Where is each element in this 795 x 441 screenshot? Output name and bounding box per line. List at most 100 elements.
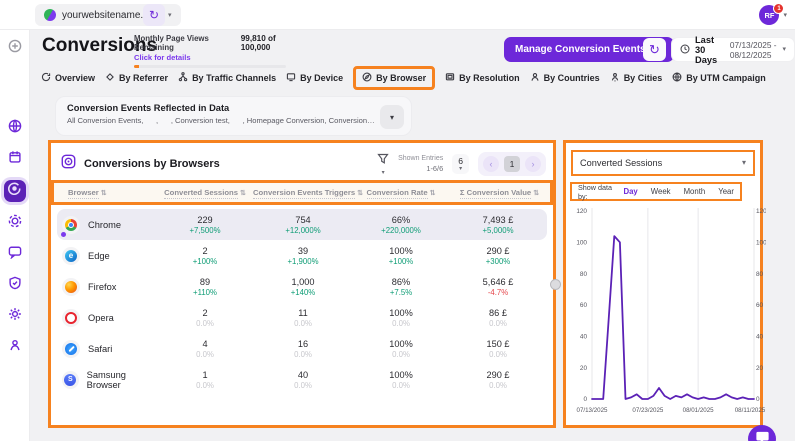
- safari-icon: [62, 340, 80, 358]
- svg-text:0: 0: [583, 396, 587, 403]
- svg-text:80: 80: [756, 271, 764, 278]
- table-row[interactable]: eEdge2+100%39+1,900%100%+100%290 £+300%: [57, 240, 547, 271]
- metric-cell: 150 £0.0%: [449, 339, 547, 359]
- table-row[interactable]: Safari40.0%160.0%100%0.0%150 £0.0%: [57, 333, 547, 364]
- granularity-month[interactable]: Month: [684, 187, 706, 196]
- site-favicon-icon: [44, 9, 56, 21]
- current-page: 1: [504, 156, 520, 172]
- table-row[interactable]: SSamsung Browser10.0%400.0%100%0.0%290 £…: [57, 364, 547, 395]
- conversions-swirl-icon: [8, 182, 21, 200]
- chevron-down-icon: ▾: [783, 12, 787, 19]
- page-size-select[interactable]: 6 ▾: [452, 154, 469, 174]
- metric-cell: 290 £0.0%: [449, 370, 547, 390]
- utm-campaign-icon: [672, 72, 682, 84]
- tab-by-countries[interactable]: By Countries: [530, 72, 600, 84]
- browser-name: Opera: [88, 313, 114, 323]
- column-header[interactable]: Converted Sessions⇅: [157, 188, 253, 197]
- plus-circle-icon: [8, 39, 22, 58]
- date-range-picker[interactable]: Last 30 Days 07/13/2025 - 08/12/2025 ▾: [671, 37, 795, 62]
- tab-label: By Cities: [624, 73, 663, 83]
- traffic-channels-icon: [178, 72, 188, 84]
- svg-text:120: 120: [576, 208, 587, 215]
- site-refresh-button[interactable]: ↻: [143, 4, 165, 26]
- show-data-by-label: Show data by:: [578, 183, 613, 201]
- converted-sessions-chart: 07/13/202507/23/202508/01/202508/11/2025…: [566, 201, 766, 427]
- tab-by-browser[interactable]: By Browser: [353, 66, 435, 90]
- svg-text:60: 60: [756, 302, 764, 309]
- tab-by-cities[interactable]: By Cities: [610, 72, 663, 84]
- conversions-table-panel: Conversions by Browsers ▾ Shown Entries …: [48, 140, 556, 428]
- report-tabs: Overview By Referrer By Traffic Channels By…: [41, 66, 766, 90]
- column-header[interactable]: Conversion Events Triggers⇅: [253, 188, 353, 197]
- table-row[interactable]: Firefox89+110%1,000+140%86%+7.5%5,646 £-…: [57, 271, 547, 302]
- metric-cell: 2+100%: [157, 246, 253, 266]
- svg-text:60: 60: [580, 302, 588, 309]
- sidebar-dashboard[interactable]: [5, 118, 25, 138]
- funnel-orbit-icon: [8, 214, 22, 233]
- svg-text:40: 40: [756, 334, 764, 341]
- browser-name: Firefox: [88, 282, 116, 292]
- chevron-down-icon: ▾: [782, 46, 786, 53]
- tab-by-utm-campaign[interactable]: By UTM Campaign: [672, 72, 766, 84]
- funnel-icon: [377, 152, 389, 170]
- sidebar-conversions[interactable]: [4, 180, 26, 202]
- chart-panel: Converted Sessions ▾ Show data by: Day We…: [563, 140, 763, 428]
- gear-icon: [8, 307, 22, 326]
- sidebar-session-replays[interactable]: [5, 244, 25, 264]
- tab-by-resolution[interactable]: By Resolution: [445, 72, 520, 84]
- column-header[interactable]: Σ Conversion Value⇅: [449, 188, 550, 197]
- details-link[interactable]: Click for details: [134, 53, 299, 62]
- sidebar-account[interactable]: [5, 337, 25, 357]
- metric-cell: 66%+220,000%: [353, 215, 449, 235]
- browsers-panel-icon: [61, 154, 76, 174]
- countries-icon: [530, 72, 540, 84]
- edge-icon: e: [62, 247, 80, 265]
- table-row[interactable]: Opera20.0%110.0%100%0.0%86 £0.0%: [57, 302, 547, 333]
- svg-text:40: 40: [580, 334, 588, 341]
- overview-icon: [41, 72, 51, 84]
- sidebar-settings[interactable]: [5, 306, 25, 326]
- metric-dropdown[interactable]: Converted Sessions ▾: [571, 150, 755, 176]
- device-icon: [286, 72, 296, 84]
- svg-text:07/23/2025: 07/23/2025: [632, 407, 664, 414]
- metric-cell: 5,646 £-4.7%: [449, 277, 547, 297]
- column-header[interactable]: Browser⇅: [57, 188, 157, 197]
- tab-by-traffic-channels[interactable]: By Traffic Channels: [178, 72, 276, 84]
- events-expand-button[interactable]: ▾: [380, 105, 404, 129]
- table-title: Conversions by Browsers: [84, 158, 220, 170]
- tab-label: Overview: [55, 73, 95, 83]
- granularity-week[interactable]: Week: [651, 187, 671, 196]
- sidebar-add-button[interactable]: [5, 38, 25, 58]
- chevron-down-icon: ▾: [168, 12, 172, 19]
- manage-button-label: Manage Conversion Events: [515, 44, 646, 55]
- refresh-data-button[interactable]: ↻: [643, 38, 666, 61]
- metric-cell: 10.0%: [157, 370, 253, 390]
- column-header[interactable]: Conversion Rate⇅: [353, 188, 449, 197]
- page-views-label: Monthly Page Views Remaining: [134, 34, 236, 52]
- metric-cell: 400.0%: [253, 370, 353, 390]
- table-row[interactable]: Chrome229+7,500%754+12,000%66%+220,000%7…: [57, 209, 547, 240]
- tab-label: By UTM Campaign: [686, 73, 766, 83]
- next-page-button[interactable]: ›: [525, 156, 541, 172]
- sidebar-funnels[interactable]: [5, 213, 25, 233]
- svg-text:80: 80: [580, 271, 588, 278]
- tab-overview[interactable]: Overview: [41, 72, 95, 84]
- sidebar-security[interactable]: [5, 275, 25, 295]
- tab-by-device[interactable]: By Device: [286, 72, 343, 84]
- tab-by-referrer[interactable]: By Referrer: [105, 72, 168, 84]
- globe-icon: [8, 119, 22, 138]
- svg-text:08/11/2025: 08/11/2025: [735, 407, 766, 414]
- sidebar-events[interactable]: [5, 149, 25, 169]
- panel-resize-handle[interactable]: [550, 279, 561, 290]
- user-menu[interactable]: RF 1 ▾: [759, 5, 787, 25]
- metric-cell: 110.0%: [253, 308, 353, 328]
- prev-page-button[interactable]: ‹: [483, 156, 499, 172]
- granularity-day[interactable]: Day: [623, 187, 637, 196]
- svg-text:120: 120: [756, 208, 766, 215]
- metric-cell: 89+110%: [157, 277, 253, 297]
- filter-button[interactable]: ▾: [377, 152, 389, 176]
- granularity-year[interactable]: Year: [718, 187, 734, 196]
- cities-icon: [610, 72, 620, 84]
- metric-cell: 86 £0.0%: [449, 308, 547, 328]
- opera-icon: [62, 309, 80, 327]
